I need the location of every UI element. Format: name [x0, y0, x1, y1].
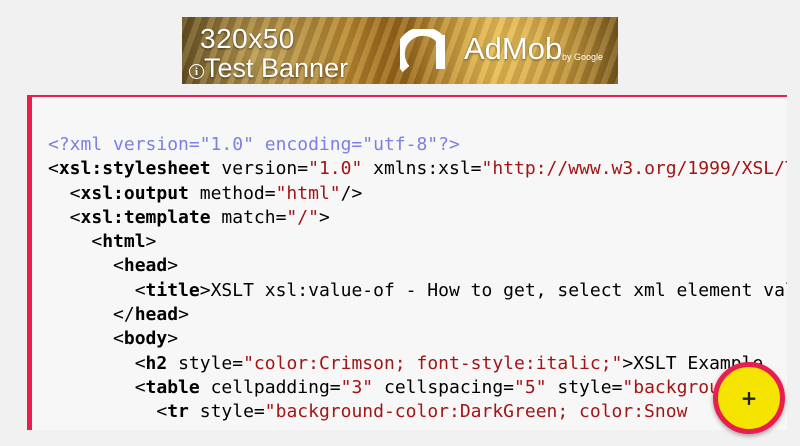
code-token-tag: tr	[167, 401, 189, 423]
code-line: <head>	[48, 254, 787, 278]
code-block: <?xml version="1.0" encoding="utf-8"?> <x…	[48, 133, 787, 425]
code-token-text: <	[48, 255, 124, 277]
ad-info-icon[interactable]: i	[189, 64, 204, 79]
code-line: <xsl:stylesheet version="1.0" xmlns:xsl=…	[48, 157, 787, 181]
code-token-attr: cellpadding=	[199, 376, 341, 398]
code-token-prolog: <?xml version="1.0" encoding="utf-8"?>	[48, 134, 460, 155]
code-token-attr: cellspacing=	[373, 376, 515, 398]
code-token-attr: xmlns:xsl=	[362, 158, 482, 180]
code-token-tag: xsl:output	[80, 182, 189, 204]
code-token-text: >	[145, 231, 157, 253]
code-token-tag: title	[145, 279, 200, 301]
code-token-text: <	[48, 182, 81, 204]
code-token-text: <	[48, 206, 81, 228]
code-token-tag: html	[102, 231, 146, 253]
code-token-text: <	[48, 352, 146, 374]
code-line: <xsl:output method="html"/>	[48, 182, 787, 206]
ad-size-label: 320x50	[200, 23, 295, 54]
code-token-text: <	[48, 158, 59, 180]
add-fab-button[interactable]: +	[713, 362, 785, 434]
code-line: <title>XSLT xsl:value-of - How to get, s…	[48, 279, 787, 303]
code-line: <xsl:template match="/">	[48, 206, 787, 230]
code-token-tag: h2	[145, 352, 168, 374]
code-token-attr: method=	[188, 182, 276, 204]
code-token-text: >	[167, 255, 179, 277]
code-token-attr: match=	[210, 206, 287, 228]
code-token-tag: head	[123, 255, 168, 277]
code-token-text: <	[48, 328, 124, 350]
code-line: <html>	[48, 230, 787, 254]
code-line: <h2 style="color:Crimson; font-style:ita…	[48, 352, 787, 376]
code-token-tag: body	[123, 328, 168, 350]
code-viewer[interactable]: <?xml version="1.0" encoding="utf-8"?> <x…	[27, 95, 787, 430]
code-token-val: "background-color:DarkGreen; color:Snow	[264, 401, 688, 423]
code-token-text: >	[167, 328, 179, 350]
ad-test-label: Test Banner	[204, 53, 349, 83]
code-line: <?xml version="1.0" encoding="utf-8"?>	[48, 133, 787, 157]
code-token-text: <	[48, 401, 168, 423]
code-token-val: "/"	[286, 206, 319, 228]
code-token-val: "5"	[514, 376, 547, 398]
admob-brand-text: AdMob	[464, 31, 563, 66]
code-token-val: "http://www.w3.org/1999/XSL/Transform"	[481, 158, 787, 180]
ad-banner[interactable]: 320x50 i Test Banner AdMob by Google	[182, 17, 618, 84]
code-token-tag: head	[134, 304, 179, 326]
admob-logo-icon	[400, 29, 445, 72]
code-token-text: <	[48, 279, 146, 301]
code-token-text: >	[178, 304, 189, 326]
code-token-text: >	[318, 206, 330, 228]
code-token-text: <	[48, 231, 103, 253]
code-line: <body>	[48, 327, 787, 351]
code-token-text: >XSLT xsl:value-of - How to get, select …	[199, 279, 787, 301]
code-token-tag: xsl:stylesheet	[58, 158, 211, 180]
code-token-val: "1.0"	[308, 158, 363, 180]
code-line: </head>	[48, 303, 787, 327]
code-token-val: "color:Crimson; font-style:italic;"	[243, 352, 623, 374]
code-token-text: />	[340, 182, 363, 204]
code-token-attr: style=	[167, 352, 244, 374]
code-line: <tr style="background-color:DarkGreen; c…	[48, 400, 787, 424]
code-token-attr: version=	[210, 158, 309, 180]
code-line: <table cellpadding="3" cellspacing="5" s…	[48, 376, 787, 400]
code-token-tag: table	[145, 376, 200, 398]
code-token-val: "3"	[340, 376, 374, 398]
code-token-attr: style=	[188, 401, 265, 423]
admob-brand-suffix: by Google	[562, 52, 604, 62]
code-token-tag: xsl:template	[80, 206, 211, 228]
code-token-text: <	[48, 376, 146, 398]
code-token-attr: style=	[546, 376, 623, 398]
code-token-text: </	[48, 304, 135, 326]
code-token-val: "html"	[275, 182, 341, 204]
